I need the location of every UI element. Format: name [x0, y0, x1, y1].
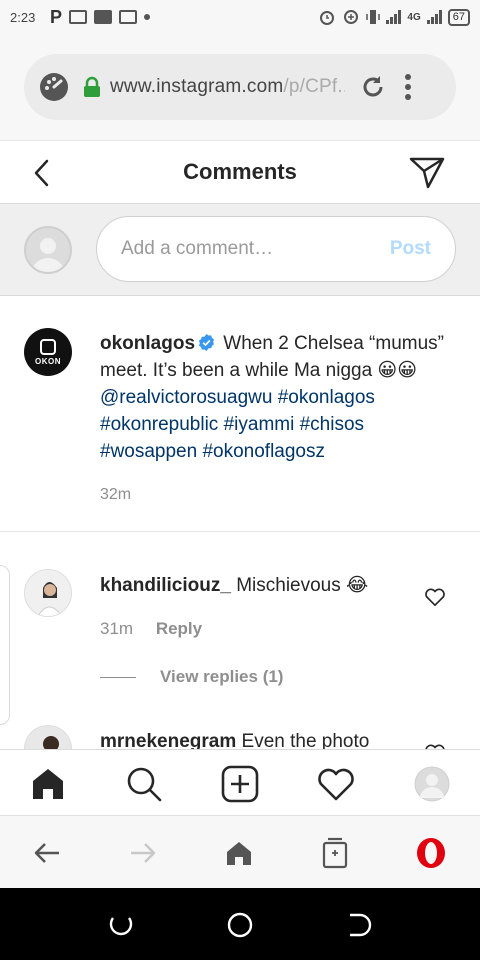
comment-meta: 31m Reply: [100, 619, 202, 639]
status-time: 2:23: [10, 9, 36, 25]
parking-notification-icon: P: [50, 6, 63, 27]
comment-body: Even the photo: [241, 731, 370, 749]
caption-text: okonlagos When 2 Chelsea “mumus” meet. I…: [100, 330, 456, 465]
verified-badge-icon: [199, 333, 215, 352]
okon-avatar[interactable]: OKON: [24, 328, 72, 376]
new-post-icon[interactable]: [220, 764, 260, 804]
notification-icon: [69, 10, 88, 24]
commenter-photo-icon: [25, 726, 71, 749]
profile-icon[interactable]: [412, 764, 452, 804]
search-icon[interactable]: [124, 764, 164, 804]
add-comment-section: Post: [0, 204, 480, 296]
caption-time: 32m: [100, 486, 132, 503]
more-notifications-icon: [144, 14, 151, 20]
bottom-navigation: [0, 749, 480, 815]
browser-toolbar: [0, 815, 480, 888]
view-replies-label: View replies (1): [160, 667, 284, 686]
data-saver-icon: [344, 10, 359, 24]
signal-2-icon: [426, 10, 442, 24]
tabs-icon[interactable]: [318, 836, 352, 870]
home-icon[interactable]: [28, 764, 68, 804]
post-caption: OKON okonlagos When 2 Chelsea “mumus” me…: [0, 296, 480, 532]
activity-heart-icon[interactable]: [316, 764, 356, 804]
comments-header: Comments: [0, 140, 480, 204]
url-path: /p/CPf...: [283, 76, 345, 97]
side-panel-edge: [0, 565, 10, 725]
status-bar: 2:23 P 4G 67: [0, 0, 480, 34]
lock-icon: [84, 76, 100, 97]
battery-icon: 67: [447, 8, 470, 26]
divider-line: [100, 676, 136, 678]
vibrate-icon: [366, 10, 381, 24]
notification-icons: P: [50, 6, 151, 28]
image-notification-icon: [94, 10, 113, 24]
comment-username[interactable]: khandiliciouz_: [100, 575, 231, 596]
comment-text: mrnekenegram Even the photo: [100, 729, 410, 749]
url-domain: www.instagram.com: [110, 76, 284, 97]
system-icons: 4G 67: [318, 8, 470, 26]
like-heart-icon[interactable]: [424, 587, 446, 607]
recents-icon[interactable]: [108, 912, 134, 938]
comment-time: 31m: [100, 619, 134, 638]
default-avatar-icon: [32, 238, 64, 272]
commenter-photo-icon: [25, 570, 71, 616]
okon-logo-text: OKON: [35, 356, 61, 366]
browser-chrome: www.instagram.com/p/CPf...: [0, 34, 480, 140]
reply-button[interactable]: Reply: [156, 619, 202, 638]
okon-logo-icon: [40, 338, 56, 355]
network-type: 4G: [407, 11, 421, 23]
user-avatar: [24, 226, 72, 274]
signal-icon: [386, 10, 402, 24]
speed-dial-icon[interactable]: [38, 71, 70, 103]
view-replies-button[interactable]: View replies (1): [100, 667, 283, 687]
forward-arrow-icon[interactable]: [126, 836, 160, 870]
browser-menu-icon[interactable]: [403, 74, 413, 100]
back-arrow-icon[interactable]: [30, 836, 64, 870]
app-notification-icon: [119, 10, 138, 24]
comment-input[interactable]: [121, 238, 390, 260]
browser-home-icon[interactable]: [222, 836, 256, 870]
android-navigation-bar: [0, 888, 480, 960]
comment-text: khandiliciouz_ Mischievous 😂: [100, 573, 410, 599]
post-button[interactable]: Post: [390, 238, 431, 260]
direct-share-icon[interactable]: [408, 155, 446, 191]
caption-username[interactable]: okonlagos: [100, 333, 195, 354]
address-bar[interactable]: www.instagram.com/p/CPf...: [24, 54, 456, 120]
comment-body: Mischievous 😂: [236, 575, 369, 596]
home-button-icon[interactable]: [227, 912, 253, 938]
comments-list[interactable]: khandiliciouz_ Mischievous 😂 31m Reply V…: [0, 533, 480, 749]
comment-username[interactable]: mrnekenegram: [100, 731, 236, 749]
commenter-avatar[interactable]: [24, 725, 72, 749]
alarm-icon: [320, 11, 335, 25]
comment-input-box[interactable]: Post: [96, 216, 456, 282]
caption-mention[interactable]: @realvictorosuagwu: [100, 387, 272, 408]
url-text[interactable]: www.instagram.com/p/CPf...: [110, 76, 345, 98]
commenter-avatar[interactable]: [24, 569, 72, 617]
reload-icon[interactable]: [359, 73, 387, 101]
back-button-icon[interactable]: [346, 912, 372, 938]
opera-icon[interactable]: [414, 836, 448, 870]
